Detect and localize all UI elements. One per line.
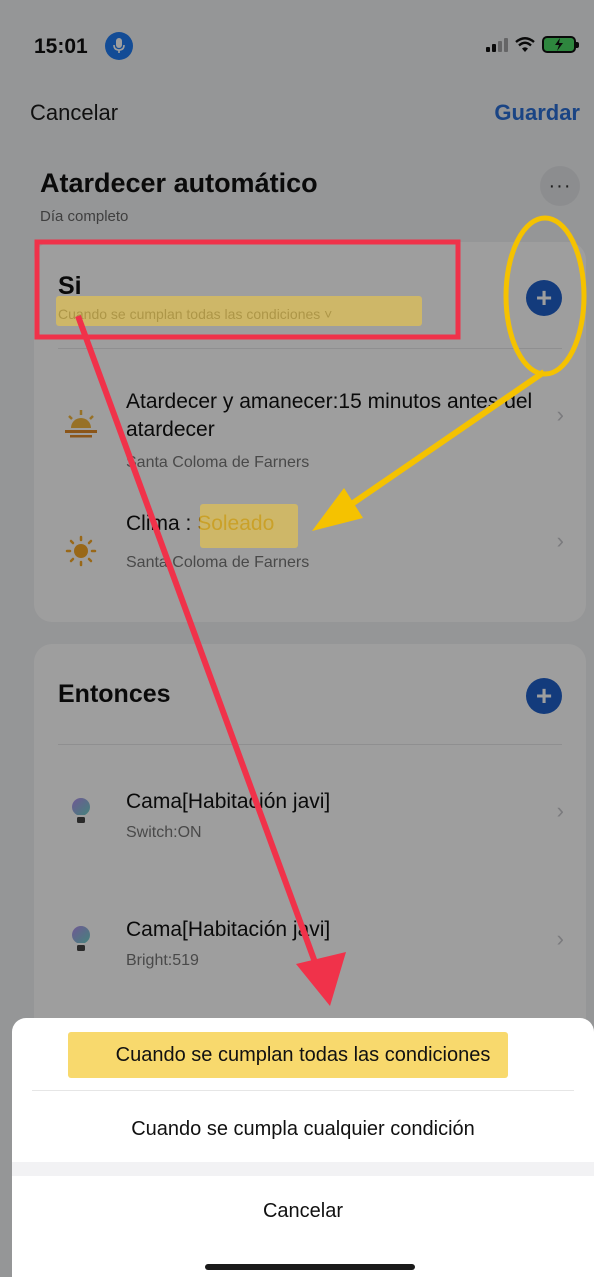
sheet-spacer: [12, 1162, 594, 1176]
option-any-condition[interactable]: Cuando se cumpla cualquier condición: [12, 1118, 594, 1141]
condition-mode-action-sheet: Cuando se cumplan todas las condiciones …: [12, 1018, 594, 1277]
sheet-cancel-button[interactable]: Cancelar: [12, 1200, 594, 1223]
divider: [32, 1090, 574, 1091]
home-indicator: [205, 1264, 415, 1270]
option-all-conditions[interactable]: Cuando se cumplan todas las condiciones: [12, 1044, 594, 1067]
